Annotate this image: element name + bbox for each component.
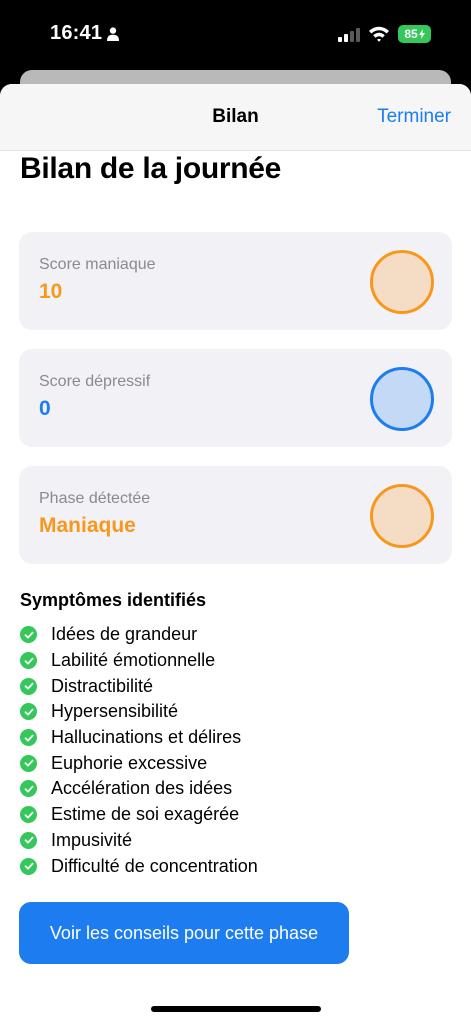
checkmark-icon bbox=[20, 703, 37, 721]
symptom-label: Difficulté de concentration bbox=[51, 855, 258, 876]
depressive-score-card: Score dépressif 0 bbox=[19, 349, 452, 447]
symptom-label: Euphorie excessive bbox=[51, 752, 208, 773]
wifi-icon bbox=[369, 26, 389, 42]
manic-score-card: Score maniaque 10 bbox=[19, 232, 452, 330]
checkmark-icon bbox=[20, 831, 37, 849]
detected-phase-card: Phase détectée Maniaque bbox=[19, 466, 452, 564]
manic-indicator-circle bbox=[370, 250, 434, 314]
person-icon bbox=[107, 27, 119, 41]
card-value: Maniaque bbox=[39, 514, 136, 537]
list-item: Accélération des idées bbox=[20, 776, 450, 802]
list-item: Difficulté de concentration bbox=[20, 853, 450, 879]
checkmark-icon bbox=[20, 626, 37, 644]
symptom-label: Impusivité bbox=[51, 829, 133, 850]
card-value: 10 bbox=[39, 280, 63, 303]
checkmark-icon bbox=[20, 857, 37, 875]
list-item: Idées de grandeur bbox=[20, 622, 450, 648]
checkmark-icon bbox=[20, 652, 37, 670]
phase-indicator-circle bbox=[370, 484, 434, 548]
symptom-label: Labilité émotionnelle bbox=[51, 650, 216, 671]
page-title: Bilan de la journée bbox=[20, 152, 282, 185]
done-button[interactable]: Terminer bbox=[377, 106, 451, 128]
symptom-label: Hypersensibilité bbox=[51, 701, 179, 722]
status-bar: 16:41 85 bbox=[0, 0, 471, 70]
nav-bar: Bilan Terminer bbox=[0, 84, 471, 151]
symptoms-title: Symptômes identifiés bbox=[20, 590, 207, 610]
card-label: Score maniaque bbox=[39, 256, 156, 273]
list-item: Hypersensibilité bbox=[20, 699, 450, 725]
symptom-label: Hallucinations et délires bbox=[51, 727, 242, 748]
summary-sheet: Bilan Terminer Bilan de la journée Score… bbox=[0, 84, 471, 1024]
checkmark-icon bbox=[20, 806, 37, 824]
home-indicator bbox=[151, 1006, 321, 1012]
battery-level: 85 bbox=[404, 27, 418, 41]
symptom-label: Estime de soi exagérée bbox=[51, 804, 240, 825]
list-item: Labilité émotionnelle bbox=[20, 648, 450, 674]
list-item: Estime de soi exagérée bbox=[20, 802, 450, 828]
checkmark-icon bbox=[20, 780, 37, 798]
battery-indicator: 85 bbox=[398, 25, 431, 43]
checkmark-icon bbox=[20, 677, 37, 695]
cellular-signal-icon bbox=[338, 28, 360, 42]
list-item: Hallucinations et délires bbox=[20, 725, 450, 751]
list-item: Distractibilité bbox=[20, 673, 450, 699]
card-label: Score dépressif bbox=[39, 373, 151, 390]
checkmark-icon bbox=[20, 754, 37, 772]
list-item: Impusivité bbox=[20, 828, 450, 854]
symptom-label: Distractibilité bbox=[51, 675, 154, 696]
symptom-label: Accélération des idées bbox=[51, 778, 233, 799]
symptom-label: Idées de grandeur bbox=[51, 624, 198, 645]
card-label: Phase détectée bbox=[39, 490, 151, 507]
depressive-indicator-circle bbox=[370, 367, 434, 431]
view-advice-button[interactable]: Voir les conseils pour cette phase bbox=[19, 902, 349, 964]
status-time: 16:41 bbox=[50, 22, 103, 44]
symptom-list: Idées de grandeur Labilité émotionnelle … bbox=[20, 622, 450, 879]
checkmark-icon bbox=[20, 729, 37, 747]
list-item: Euphorie excessive bbox=[20, 750, 450, 776]
card-value: 0 bbox=[39, 397, 51, 420]
charging-bolt-icon bbox=[418, 29, 425, 39]
